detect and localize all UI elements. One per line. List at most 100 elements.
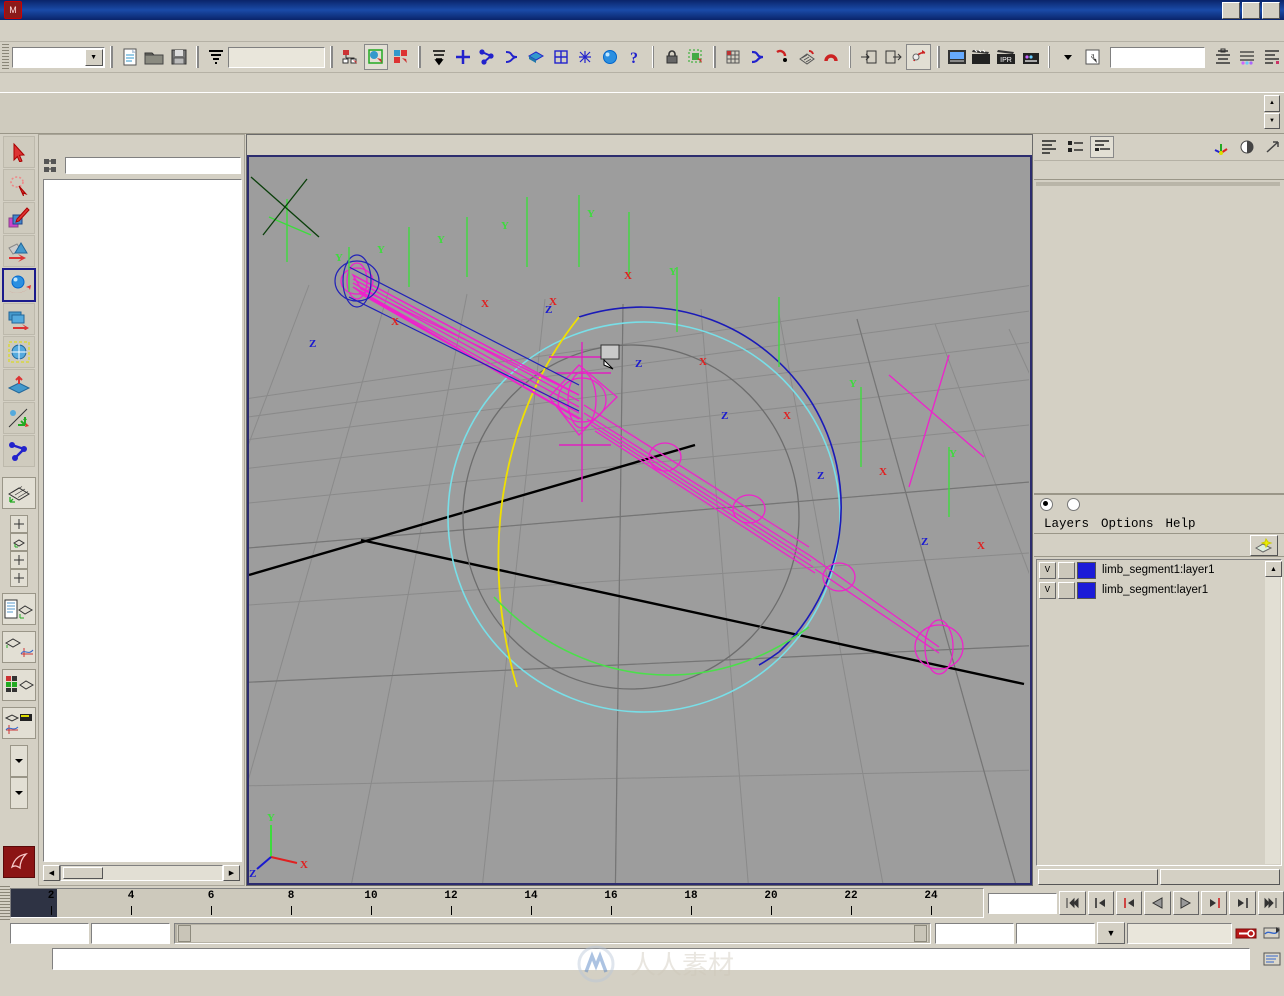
open-scene-icon[interactable] [143,45,165,69]
selection-mask-field[interactable] [228,46,326,68]
snap-curve-icon[interactable] [747,45,769,69]
play-backwards-icon[interactable] [1144,891,1171,915]
layout-outliner-persp-group[interactable] [2,593,36,625]
scroll-right-icon[interactable]: ▶ [223,865,240,881]
show-hide-icon[interactable]: a [1081,45,1103,69]
current-time-field[interactable] [988,892,1058,914]
chevron-down-icon-2[interactable] [1056,45,1078,69]
range-slider-track[interactable] [177,924,928,942]
two-pane-stacked-icon[interactable] [10,569,28,587]
last-tool-icon[interactable] [3,435,35,467]
rotate-tool-icon[interactable] [2,268,36,302]
playback-start-time-field[interactable] [91,922,170,944]
toolbar-drag-handle[interactable] [2,44,10,70]
outliner-horizontal-scrollbar[interactable]: ◀ ▶ [39,864,244,885]
four-view-icon[interactable] [10,515,28,533]
universal-manipulator-icon[interactable] [3,336,35,368]
step-back-key-icon[interactable] [1115,891,1143,915]
outliner-scroll-track[interactable] [60,865,223,881]
auto-keyframe-icon[interactable] [1234,923,1258,943]
layer-list[interactable]: Vlimb_segment1:layer1 Vlimb_segment:layer… [1036,559,1282,866]
output-connection-icon[interactable] [882,45,904,69]
select-by-object-type-icon[interactable] [363,44,388,70]
range-slider-bar[interactable] [174,922,931,944]
snap-point-icon[interactable] [771,45,793,69]
new-scene-icon[interactable] [119,45,141,69]
layout-hypershade-persp-group[interactable] [2,669,36,701]
layout-persp-render-group[interactable] [2,707,36,739]
single-perspective-view-icon[interactable] [2,477,36,509]
layer-row[interactable]: Vlimb_segment1:layer1 [1037,560,1281,580]
save-scene-icon[interactable] [167,45,189,69]
persp-graph-icon[interactable] [2,631,36,663]
render-settings-icon[interactable] [1019,45,1041,69]
animation-start-time-field[interactable] [10,922,89,944]
lasso-tool-icon[interactable] [3,169,35,201]
new-layer-icon[interactable] [1250,534,1278,556]
layer-color-swatch[interactable] [1077,561,1096,579]
ipr-render-icon[interactable]: IPR [995,45,1017,69]
outliner-filter-icon[interactable] [42,157,62,174]
scroll-left-icon[interactable]: ◀ [43,865,60,881]
scale-tool-icon[interactable] [3,303,35,335]
step-forward-frame-icon[interactable] [1229,891,1256,915]
render-layer-radio[interactable] [1067,497,1084,513]
minimize-button[interactable] [1222,1,1240,19]
layout-single-view[interactable] [2,477,36,509]
outliner-search-input[interactable] [65,157,241,174]
select-tool-icon[interactable] [3,136,35,168]
shelf-scroll-up-icon[interactable]: ▲ [1264,95,1280,112]
show-manipulator-icon[interactable] [3,402,35,434]
layout-persp-graph-group[interactable] [2,631,36,663]
handles-icon[interactable] [452,45,474,69]
select-by-hierarchy-icon[interactable] [339,45,361,69]
maximize-button[interactable] [1242,1,1260,19]
time-slider[interactable]: 2 4 6 8 10 12 14 16 18 20 22 24 [10,888,984,918]
mel-command-input[interactable] [52,948,1250,970]
select-mask-icon[interactable] [427,45,449,69]
perspective-viewport[interactable]: X X X Z X Z Z X Z X Z X Z X Y Y Y Y Y Y … [247,155,1032,885]
construction-history-icon[interactable] [906,44,931,70]
soft-modification-icon[interactable] [3,369,35,401]
dynamics-icon[interactable] [574,45,596,69]
layer-list-scrollbar[interactable]: ▲ [1265,561,1282,864]
outliner-persp-icon[interactable] [2,593,36,625]
go-to-end-icon[interactable] [1257,891,1284,915]
layer-playback-toggle[interactable] [1058,561,1075,579]
chevron-down-icon-range[interactable]: ▼ [1097,922,1125,944]
persp-render-icon[interactable] [2,707,36,739]
layer-playback-toggle[interactable] [1058,581,1075,599]
step-forward-key-icon[interactable] [1200,891,1228,915]
channel-box-icon[interactable] [1260,45,1282,69]
dropdown-right-icon[interactable] [10,777,28,809]
script-output-icon[interactable] [1260,949,1284,969]
playback-end-time-field[interactable] [935,922,1014,944]
menuset-selector[interactable]: ▼ [12,46,105,68]
range-slider-right-handle[interactable] [914,924,927,942]
shelf-scroll-buttons[interactable]: ▲ ▼ [1264,95,1280,129]
render-sequence-icon[interactable] [970,45,992,69]
manipulator-icon[interactable] [1210,137,1232,157]
maya-logo-icon[interactable] [3,846,35,878]
persp-view-icon[interactable] [10,533,28,551]
select-by-component-type-icon[interactable] [390,45,412,69]
rendering-icon[interactable] [599,45,621,69]
close-button[interactable] [1262,1,1280,19]
animation-preferences-icon[interactable] [1260,923,1284,943]
curves-icon[interactable] [501,45,523,69]
shelf-scroll-down-icon[interactable]: ▼ [1264,112,1280,129]
attribute-editor-icon[interactable] [1211,45,1233,69]
channel-box-layout-icon[interactable] [1038,137,1060,157]
misc-icon[interactable]: ? [623,45,645,69]
layer-color-swatch[interactable] [1077,581,1096,599]
search-input[interactable] [1110,46,1206,68]
highlight-icon[interactable] [685,45,707,69]
snap-grid-icon[interactable] [722,45,744,69]
step-back-frame-icon[interactable] [1087,891,1114,915]
two-pane-side-icon[interactable] [10,551,28,569]
layer-next-page-button[interactable] [1160,869,1280,885]
scroll-up-icon[interactable]: ▲ [1265,561,1282,577]
render-current-frame-icon[interactable] [946,45,968,69]
deformers-icon[interactable] [550,45,572,69]
layer-row[interactable]: Vlimb_segment:layer1 [1037,580,1281,600]
